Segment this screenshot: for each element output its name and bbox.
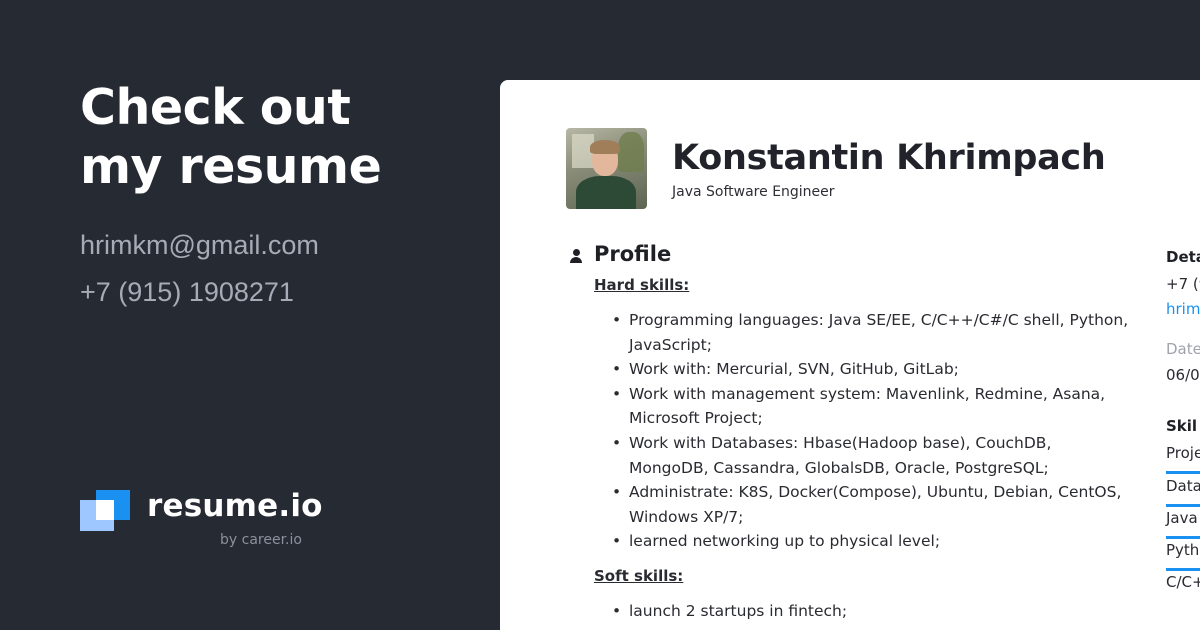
hero-headline: Check out my resume <box>80 78 460 196</box>
profile-section-title: Profile <box>594 242 672 266</box>
skill-bar <box>1166 568 1200 571</box>
date-value: 06/0 <box>1166 366 1200 384</box>
resume-name: Konstantin Khrimpach <box>672 138 1106 178</box>
date-label: Date <box>1166 340 1200 358</box>
skill-bar <box>1166 536 1200 539</box>
brand-tagline: by career.io <box>220 532 302 548</box>
hero-phone[interactable]: +7 (915) 1908271 <box>80 269 460 316</box>
hero-contact: hrimkm@gmail.com +7 (915) 1908271 <box>80 222 460 316</box>
list-item: Administrate: K8S, Docker(Compose), Ubun… <box>612 480 1132 529</box>
avatar <box>566 128 647 209</box>
hero: Check out my resume hrimkm@gmail.com +7 … <box>80 78 460 316</box>
resume-job-title: Java Software Engineer <box>672 184 835 200</box>
skill-bar <box>1166 471 1200 474</box>
skill-item: C/C+ <box>1166 573 1200 613</box>
hard-skills-list: Programming languages: Java SE/EE, C/C++… <box>612 308 1132 554</box>
soft-skills-title: Soft skills: <box>594 567 684 585</box>
details-phone: +7 (9 <box>1166 275 1200 293</box>
list-item: Work with: Mercurial, SVN, GitHub, GitLa… <box>612 357 1132 382</box>
list-item: launch 2 startups in fintech; <box>612 599 1132 624</box>
headline-line-1: Check out <box>80 79 351 136</box>
list-item: Work with management system: Mavenlink, … <box>612 382 1132 431</box>
brand-name: resume.io <box>147 488 323 524</box>
skill-label: C/C+ <box>1166 573 1200 591</box>
skill-bar <box>1166 504 1200 507</box>
skill-label: Proje <box>1166 444 1200 462</box>
resume-io-logo-icon <box>80 490 130 532</box>
hard-skills-title: Hard skills: <box>594 276 690 294</box>
soft-skills-list: launch 2 startups in fintech; <box>612 599 1132 624</box>
skill-label: Pyth <box>1166 541 1200 559</box>
list-item: Work with Databases: Hbase(Hadoop base),… <box>612 431 1132 480</box>
person-icon <box>570 249 582 263</box>
hero-email[interactable]: hrimkm@gmail.com <box>80 222 460 269</box>
skill-label: Data <box>1166 477 1200 495</box>
list-item: learned networking up to physical level; <box>612 529 1132 554</box>
details-label: Deta <box>1166 248 1200 266</box>
skills-label: Skil <box>1166 417 1198 435</box>
skill-label: Java <box>1166 509 1198 527</box>
list-item: Programming languages: Java SE/EE, C/C++… <box>612 308 1132 357</box>
headline-line-2: my resume <box>80 138 382 195</box>
resume-preview: Konstantin Khrimpach Java Software Engin… <box>500 80 1200 630</box>
details-email-link[interactable]: hrim <box>1166 300 1200 318</box>
brand-logo-block[interactable]: resume.io by career.io <box>80 488 340 552</box>
